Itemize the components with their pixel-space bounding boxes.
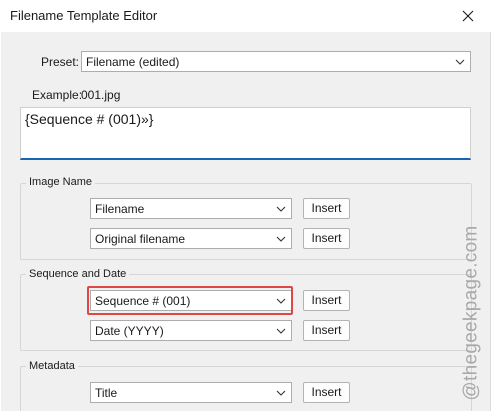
metadata-dropdown-1-value: Title — [95, 386, 118, 400]
close-icon — [462, 10, 474, 22]
template-text: {Sequence # (001)»} — [25, 111, 154, 127]
image-name-group-title: Image Name — [26, 176, 95, 188]
sequence-date-group-title: Sequence and Date — [26, 268, 130, 280]
watermark: @thegeekpage.com — [457, 218, 487, 408]
preset-value: Filename (edited) — [86, 55, 180, 69]
chevron-down-icon — [276, 328, 286, 334]
preset-label: Preset: — [41, 55, 80, 69]
close-button[interactable] — [445, 0, 491, 32]
insert-button-sequence[interactable]: Insert — [303, 290, 350, 311]
watermark-text: @thegeekpage.com — [461, 225, 482, 401]
example-label: Example: — [32, 88, 83, 102]
insert-button-date[interactable]: Insert — [303, 320, 350, 341]
chevron-down-icon — [276, 206, 286, 212]
annotation-highlight-box — [87, 286, 293, 315]
sequence-date-dropdown-2[interactable]: Date (YYYY) — [90, 320, 292, 341]
insert-button-original-filename[interactable]: Insert — [303, 228, 350, 249]
image-name-dropdown-1[interactable]: Filename — [90, 198, 292, 219]
example-value: 001.jpg — [81, 88, 121, 102]
metadata-dropdown-1[interactable]: Title — [90, 382, 292, 403]
chevron-down-icon — [276, 390, 286, 396]
chevron-down-icon — [455, 59, 465, 65]
insert-button-filename[interactable]: Insert — [303, 198, 350, 219]
metadata-group-title: Metadata — [26, 360, 78, 372]
preset-dropdown[interactable]: Filename (edited) — [81, 51, 471, 72]
template-text-area[interactable]: {Sequence # (001)»} — [20, 107, 471, 160]
image-name-dropdown-1-value: Filename — [95, 202, 145, 216]
insert-button-title[interactable]: Insert — [303, 382, 350, 403]
image-name-dropdown-2-value: Original filename — [95, 232, 186, 246]
title-bar: Filename Template Editor — [0, 0, 491, 32]
image-name-dropdown-2[interactable]: Original filename — [90, 228, 292, 249]
window-title: Filename Template Editor — [10, 8, 158, 23]
chevron-down-icon — [276, 236, 286, 242]
sequence-date-dropdown-2-value: Date (YYYY) — [95, 324, 164, 338]
